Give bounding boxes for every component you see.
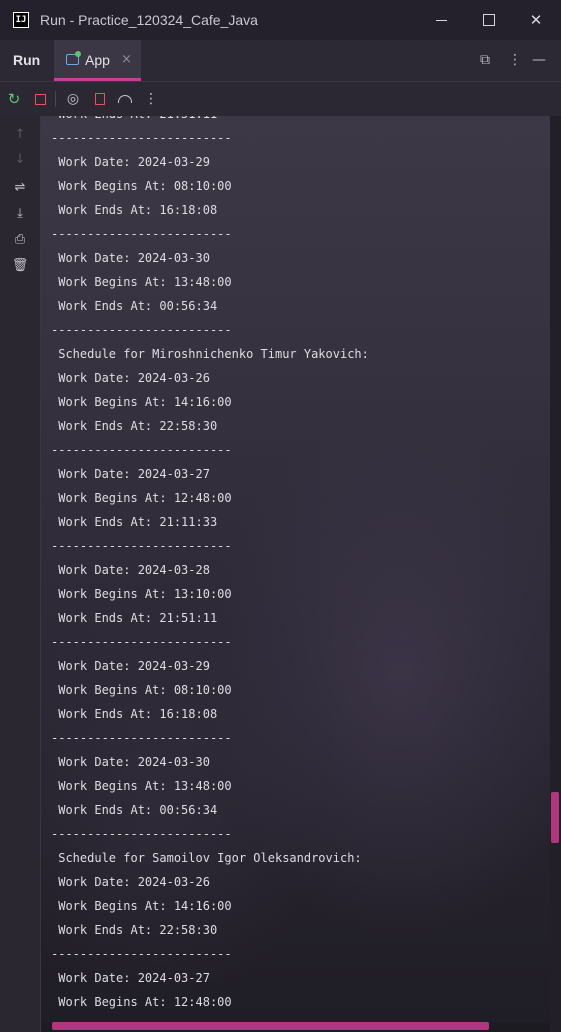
options-menu-icon[interactable]: ⋮ [508, 52, 522, 68]
minimize-button[interactable] [418, 0, 464, 40]
scroll-to-end-icon[interactable]: ⤓ [11, 205, 29, 221]
soft-wrap-icon[interactable]: ⇌ [11, 179, 29, 195]
console-line: Work Ends At: 16:18:08 [51, 203, 218, 217]
console-line: ------------------------- [51, 731, 232, 745]
vertical-scrollbar-track[interactable] [550, 116, 561, 1032]
console-line: Work Date: 2024-03-28 [51, 563, 210, 577]
console-line: Work Begins At: 08:10:00 [51, 683, 232, 697]
intellij-logo-icon: IJ [13, 12, 29, 28]
maximize-icon [483, 14, 495, 26]
console-side-toolbar: ↑ ↓ ⇌ ⤓ ⎙ 🗑 [0, 116, 41, 1032]
horizontal-scrollbar-thumb[interactable] [52, 1022, 489, 1030]
console-line: Work Date: 2024-03-30 [51, 251, 210, 265]
console-line: Schedule for Miroshnichenko Timur Yakovi… [51, 347, 369, 361]
close-window-button[interactable]: ✕ [513, 0, 559, 40]
console-line: Work Date: 2024-03-29 [51, 659, 210, 673]
console-line: Work Date: 2024-03-27 [51, 467, 210, 481]
console-line: Work Begins At: 08:10:00 [51, 179, 232, 193]
console-line: ------------------------- [51, 827, 232, 841]
vertical-scrollbar-thumb[interactable] [551, 792, 559, 843]
console-line: ------------------------- [51, 443, 232, 457]
console-line: ------------------------- [51, 227, 232, 241]
console-line: Work Ends At: 22:58:30 [51, 419, 218, 433]
console-line: ------------------------- [51, 131, 232, 145]
console-line: Work Date: 2024-03-27 [51, 971, 210, 985]
run-toolbar: ↻ ◎ ⋮ [0, 82, 561, 116]
console-line: Work Date: 2024-03-26 [51, 875, 210, 889]
tool-window-header: Run App × ⧉ ⋮ — [0, 40, 561, 82]
console-line: Work Ends At: 21:51:11 [41, 116, 369, 126]
window-title: Run - Practice_120324_Cafe_Java [40, 12, 258, 28]
console-line: Work Ends At: 21:11:33 [51, 515, 218, 529]
console-line: Work Begins At: 12:48:00 [51, 995, 232, 1009]
console-line: ------------------------- [51, 539, 232, 553]
tab-close-icon[interactable]: × [121, 52, 132, 67]
restore-layout-icon[interactable]: ⧉ [480, 52, 490, 68]
hide-panel-icon[interactable]: — [532, 52, 546, 68]
trash-icon[interactable]: 🗑 [11, 257, 29, 273]
print-icon[interactable]: ⎙ [11, 231, 29, 247]
console-line: Work Date: 2024-03-29 [51, 155, 210, 169]
title-bar: IJ Run - Practice_120324_Cafe_Java ✕ [0, 0, 561, 40]
minimize-icon [435, 19, 447, 21]
console-line: Work Date: 2024-03-26 [51, 371, 210, 385]
rerun-icon[interactable]: ↻ [6, 90, 22, 108]
gauge-icon[interactable] [117, 91, 133, 107]
console-line: Work Begins At: 13:10:00 [51, 587, 232, 601]
console-line: Work Ends At: 00:56:34 [51, 803, 218, 817]
run-tool-window-title: Run [13, 52, 41, 68]
console-line: Work Begins At: 13:48:00 [51, 779, 232, 793]
maximize-button[interactable] [466, 0, 512, 40]
console-line: Work Begins At: 12:48:00 [51, 491, 232, 505]
exit-icon[interactable] [92, 91, 108, 107]
camera-icon[interactable]: ◎ [65, 91, 81, 107]
console-lines: Work Ends At: 21:51:11 ------------------… [41, 116, 369, 1014]
arrow-up-icon[interactable]: ↑ [11, 126, 29, 142]
more-vertical-icon[interactable]: ⋮ [143, 91, 159, 107]
arrow-down-icon[interactable]: ↓ [11, 151, 29, 167]
console-line: Work Ends At: 16:18:08 [51, 707, 218, 721]
tab-app[interactable]: App × [54, 40, 141, 81]
console-line: Work Ends At: 21:51:11 [51, 611, 218, 625]
console-line: Work Ends At: 22:58:30 [51, 923, 218, 937]
tab-app-label: App [85, 52, 110, 68]
console-line: Work Begins At: 13:48:00 [51, 275, 232, 289]
console-line: Work Begins At: 14:16:00 [51, 395, 232, 409]
console-line: Work Date: 2024-03-30 [51, 755, 210, 769]
console-output[interactable]: Work Ends At: 21:51:11 ------------------… [41, 116, 550, 1023]
console-line: Work Begins At: 14:16:00 [51, 899, 232, 913]
stop-icon[interactable] [32, 91, 48, 107]
console-line: ------------------------- [51, 635, 232, 649]
close-icon: ✕ [529, 11, 543, 29]
toolbar-divider [55, 91, 56, 107]
console-line: Schedule for Samoilov Igor Oleksandrovic… [51, 851, 362, 865]
console-line: ------------------------- [51, 323, 232, 337]
console-line: ------------------------- [51, 947, 232, 961]
console-line: Work Ends At: 00:56:34 [51, 299, 218, 313]
running-indicator-icon [75, 51, 81, 57]
